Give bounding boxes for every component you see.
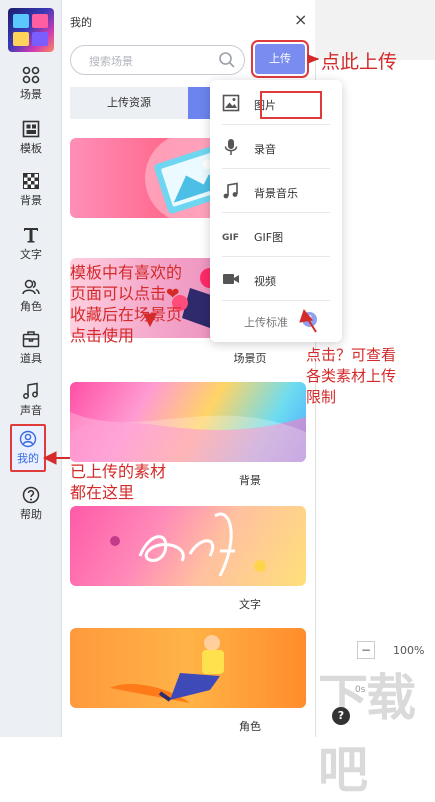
annotation-line: 限制 [306, 388, 337, 406]
annotation-line: 收藏后在场景页 [70, 305, 183, 324]
annotation-line: 已上传的素材 [70, 462, 167, 481]
annotation-limit-hint: 点击？可查看 各类素材上传 限制 [306, 345, 396, 408]
annotation-line: 页面可以点击❤ [70, 284, 180, 303]
annotation-line: 模板中有喜欢的 [70, 263, 183, 282]
annotation-upload-hint: 点此上传 [321, 51, 398, 73]
annotation-favorite-hint: 模板中有喜欢的 页面可以点击❤ 收藏后在场景页 点击使用 [70, 262, 182, 346]
annotation-line: 点击？可查看 [306, 346, 397, 364]
annotation-uploaded-hint: 已上传的素材 都在这里 [70, 461, 166, 503]
annotation-line: 点击使用 [70, 326, 135, 345]
annotation-line: 都在这里 [70, 483, 135, 502]
annotation-line: 各类素材上传 [306, 367, 397, 385]
